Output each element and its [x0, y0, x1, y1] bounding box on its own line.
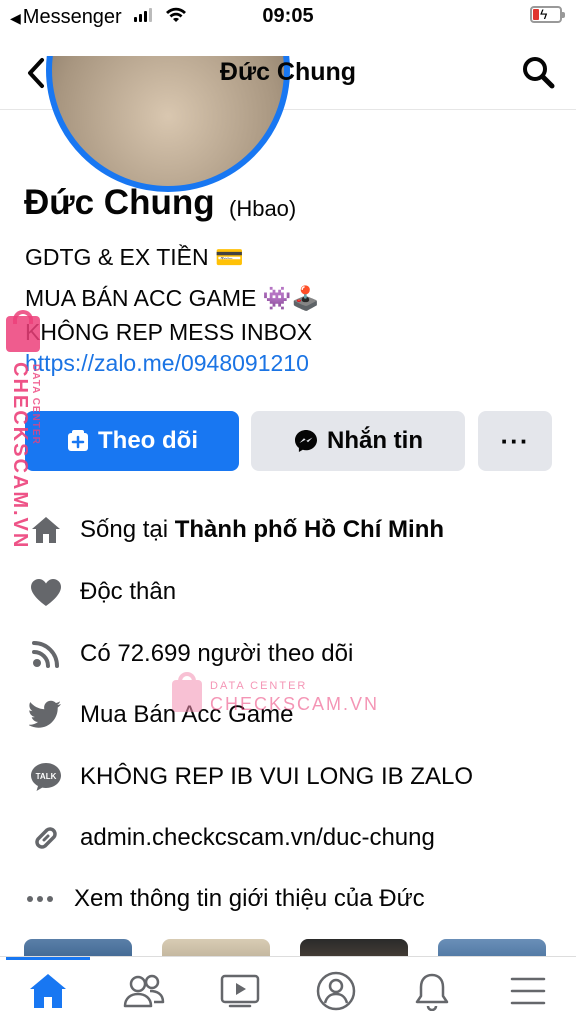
nav-active-indicator — [6, 957, 90, 960]
rss-icon — [26, 634, 66, 674]
bio-line-1: GDTG & EX TIỀN 💳 — [25, 244, 244, 270]
talk-icon: TALK — [26, 757, 66, 797]
home-icon — [30, 974, 66, 1008]
bottom-nav — [0, 956, 576, 1024]
bio-line-3: KHÔNG REP MESS INBOX — [25, 319, 313, 345]
follow-button[interactable]: Theo dõi — [25, 411, 239, 471]
info-relationship-text: Độc thân — [80, 578, 177, 605]
more-label: ··· — [500, 425, 530, 456]
svg-text:TALK: TALK — [36, 772, 57, 781]
watermark-lock-icon — [172, 680, 202, 712]
link-icon — [26, 818, 66, 858]
nav-friends[interactable] — [122, 969, 166, 1013]
follow-plus-icon — [66, 429, 90, 453]
bell-icon — [415, 973, 449, 1011]
page-title: Đức Chung — [219, 58, 357, 86]
menu-icon — [510, 977, 546, 1005]
nav-notifications[interactable] — [410, 969, 454, 1013]
info-lives-city[interactable]: Thành phố Hồ Chí Minh — [175, 516, 444, 543]
info-talk-text[interactable]: KHÔNG REP IB VUI LONG IB ZALO — [80, 763, 473, 791]
profile-alternate-name: (Hbao) — [229, 196, 297, 221]
watermark-side-small: DATA CENTER — [30, 364, 41, 445]
profile-name: Đức Chung — [24, 183, 215, 222]
watermark-center-small: DATA CENTER — [210, 680, 308, 692]
info-followers-text[interactable]: Có 72.699 người theo dõi — [80, 640, 353, 668]
info-row-website: admin.checkcscam.vn/duc-chung — [26, 816, 435, 860]
info-row-lives: Sống tại Thành phố Hồ Chí Minh — [26, 508, 444, 552]
bio-link[interactable]: https://zalo.me/0948091210 — [25, 350, 309, 377]
nav-home[interactable] — [26, 969, 70, 1013]
friends-icon — [123, 974, 165, 1008]
nav-video[interactable] — [218, 969, 262, 1013]
watermark-side: CHECKSCAM.VN DATA CENTER — [6, 310, 46, 556]
search-icon[interactable] — [520, 54, 556, 90]
message-label: Nhắn tin — [327, 427, 423, 454]
ellipsis-icon — [20, 879, 60, 919]
see-more-about-label: Xem thông tin giới thiệu của Đức — [74, 885, 425, 912]
messenger-icon — [293, 428, 319, 454]
status-time: 09:05 — [262, 5, 314, 27]
follow-label: Theo dõi — [98, 427, 198, 454]
video-icon — [220, 974, 260, 1008]
info-row-talk: TALK KHÔNG REP IB VUI LONG IB ZALO — [26, 755, 473, 799]
nav-menu[interactable] — [506, 969, 550, 1013]
info-website-text[interactable]: admin.checkcscam.vn/duc-chung — [80, 824, 435, 852]
info-row-relationship: Độc thân — [26, 570, 176, 614]
watermark-center-big: CHECKSCAM.VN — [210, 694, 380, 714]
info-row-followers: Có 72.699 người theo dõi — [26, 632, 353, 676]
profile-icon — [316, 971, 356, 1011]
profile-header: Đức Chung — [0, 36, 576, 192]
info-lives-text: Sống tại Thành phố Hồ Chí Minh — [80, 516, 445, 543]
watermark-lock-icon — [6, 316, 40, 352]
twitter-icon — [26, 695, 66, 735]
status-bar: ◀ Messenger 09:05 ϟ — [0, 0, 576, 34]
heart-icon — [26, 572, 66, 612]
battery-icon: ϟ — [530, 6, 565, 23]
watermark-side-big: CHECKSCAM.VN — [9, 362, 31, 550]
more-options-button[interactable]: ··· — [478, 411, 552, 471]
message-button[interactable]: Nhắn tin — [251, 411, 465, 471]
bio-line-2: MUA BÁN ACC GAME 👾🕹️ — [25, 285, 320, 311]
see-more-about-link[interactable]: Xem thông tin giới thiệu của Đức — [20, 877, 425, 921]
nav-profile[interactable] — [314, 969, 358, 1013]
watermark-center: DATA CENTER CHECKSCAM.VN — [172, 672, 377, 722]
